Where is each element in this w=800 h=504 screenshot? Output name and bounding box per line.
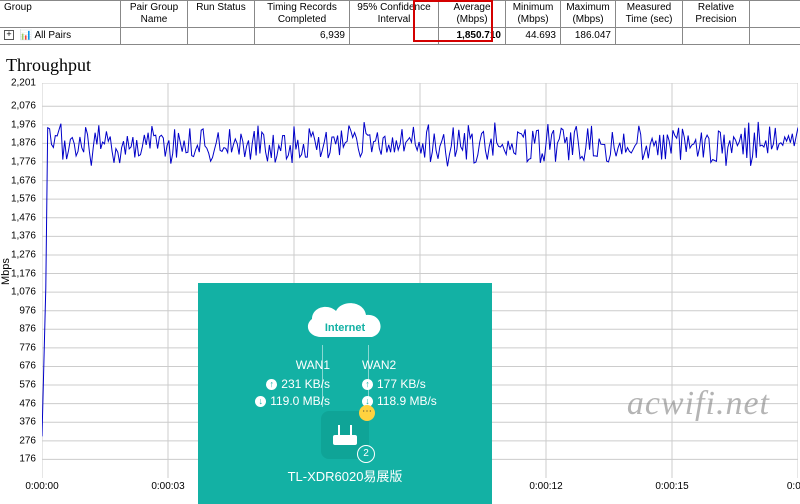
col-average-mbps: Average (Mbps): [439, 1, 506, 27]
cell-minimum: 44.693: [506, 28, 561, 44]
row-label: All Pairs: [34, 30, 71, 41]
col-pair-group: Pair Group Name: [121, 1, 188, 27]
wan2-label: WAN2: [362, 357, 462, 374]
wan1-label: WAN1: [244, 357, 330, 374]
router-status-widget: Internet WAN1 ↑231 KB/s ↓119.0 MB/s WAN2…: [198, 283, 492, 504]
row-group-cell: + 📊 All Pairs: [0, 28, 121, 44]
cell-maximum: 186.047: [561, 28, 616, 44]
wan2-down: ↓118.9 MB/s: [362, 393, 462, 410]
cell-ci: [350, 28, 439, 44]
chart-icon: 📊: [20, 30, 32, 41]
col-minimum-mbps: Minimum (Mbps): [506, 1, 561, 27]
expand-icon[interactable]: +: [4, 30, 14, 40]
cell-pair: [121, 28, 188, 44]
wan1-stats: WAN1 ↑231 KB/s ↓119.0 MB/s: [244, 357, 330, 410]
throughput-chart: Throughput Mbps 2,2012,0761,9761,8761,77…: [0, 55, 800, 504]
cell-measured: [616, 28, 683, 44]
col-relative-precision: Relative Precision: [683, 1, 750, 27]
chart-title: Throughput: [6, 55, 91, 76]
cell-average: 1,850.710: [439, 28, 506, 44]
router-count-badge: 2: [357, 445, 375, 463]
y-axis-ticks: 2,2012,0761,9761,8761,7761,6761,5761,476…: [0, 83, 40, 478]
col-group: Group: [0, 1, 121, 27]
cloud-label: Internet: [325, 322, 365, 334]
up-arrow-icon: ↑: [362, 379, 373, 390]
router-menu-badge[interactable]: ⋯: [359, 405, 375, 421]
col-run-status: Run Status: [188, 1, 255, 27]
col-maximum-mbps: Maximum (Mbps): [561, 1, 616, 27]
down-arrow-icon: ↓: [255, 396, 266, 407]
col-measured-time: Measured Time (sec): [616, 1, 683, 27]
up-arrow-icon: ↑: [266, 379, 277, 390]
stats-header-row: Group Pair Group Name Run Status Timing …: [0, 0, 800, 28]
cloud-icon: [300, 297, 390, 345]
router-device-name: TL-XDR6020易展版: [198, 469, 492, 485]
col-timing-records: Timing Records Completed: [255, 1, 350, 27]
wan2-stats: WAN2 ↑177 KB/s ↓118.9 MB/s: [362, 357, 462, 410]
watermark-text: acwifi.net: [627, 385, 770, 423]
router-glyph: [331, 423, 359, 447]
cell-run: [188, 28, 255, 44]
cell-precision: [683, 28, 750, 44]
cell-timing-records: 6,939: [255, 28, 350, 44]
router-icon[interactable]: ⋯ 2: [321, 411, 369, 459]
wan1-up: ↑231 KB/s: [244, 376, 330, 393]
wan1-down: ↓119.0 MB/s: [244, 393, 330, 410]
stats-data-row[interactable]: + 📊 All Pairs 6,939 1,850.710 44.693 186…: [0, 28, 800, 45]
col-confidence-interval: 95% Confidence Interval: [350, 1, 439, 27]
wan2-up: ↑177 KB/s: [362, 376, 462, 393]
